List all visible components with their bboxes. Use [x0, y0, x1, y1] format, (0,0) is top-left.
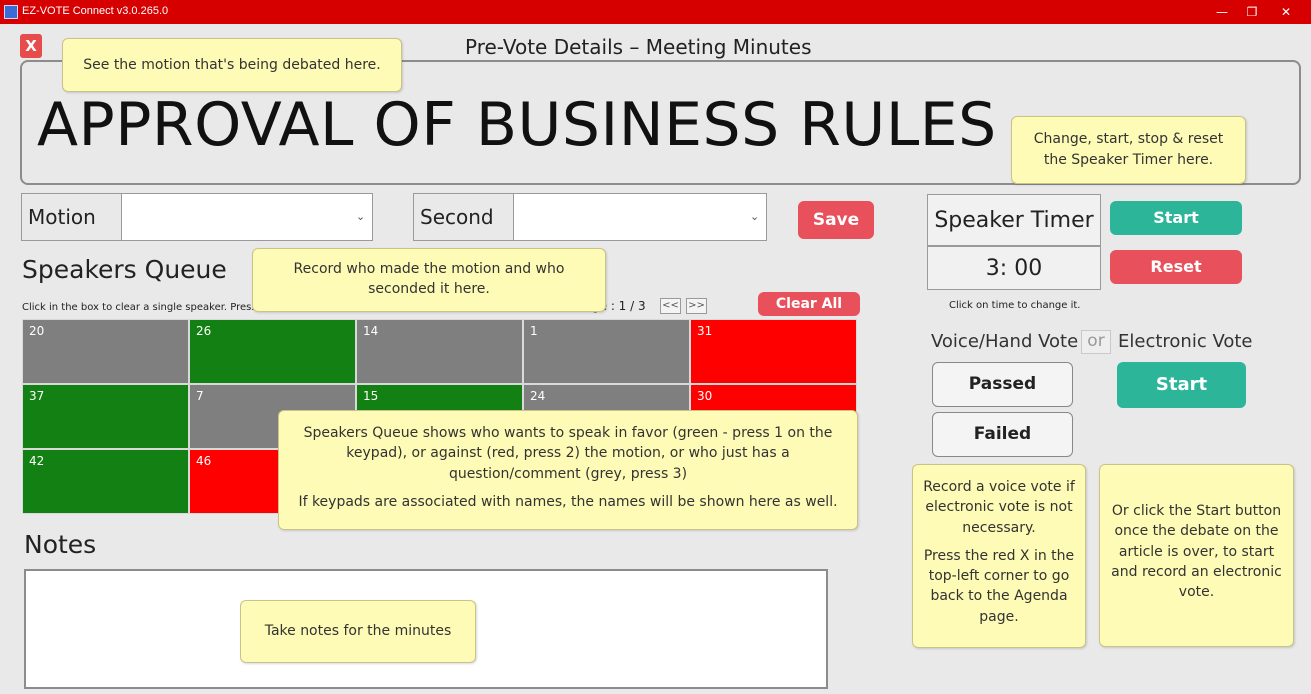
speaker-cell[interactable]: 31: [690, 319, 857, 384]
electronic-vote-start-button[interactable]: Start: [1117, 362, 1246, 408]
tooltip-timer: Change, start, stop & reset the Speaker …: [1011, 116, 1246, 184]
next-page-button[interactable]: >>: [686, 298, 707, 314]
speaker-cell[interactable]: 1: [523, 319, 690, 384]
window-close-button[interactable]: ✕: [1276, 3, 1296, 21]
restore-button[interactable]: ❐: [1242, 3, 1262, 21]
speakers-queue-title: Speakers Queue: [22, 255, 227, 284]
motion-label: Motion: [22, 194, 122, 240]
speaker-cell[interactable]: 37: [22, 384, 189, 449]
motion-field[interactable]: Motion ⌄: [21, 193, 373, 241]
failed-button[interactable]: Failed: [932, 412, 1073, 457]
app-icon: [4, 5, 18, 19]
motion-title: APPROVAL OF BUSINESS RULES: [37, 90, 997, 160]
timer-start-button[interactable]: Start: [1110, 201, 1242, 235]
page-title: Pre-Vote Details – Meeting Minutes: [465, 35, 812, 59]
voice-vote-label: Voice/Hand Vote: [931, 331, 1079, 352]
timer-hint: Click on time to change it.: [949, 300, 1081, 311]
chevron-down-icon[interactable]: ⌄: [356, 210, 365, 223]
speakers-queue-hint: Click in the box to clear a single speak…: [22, 302, 257, 313]
tooltip-queue-text: Speakers Queue shows who wants to speak …: [303, 425, 833, 482]
tooltip-voice-text: Record a voice vote if electronic vote i…: [923, 479, 1075, 536]
speaker-cell[interactable]: 20: [22, 319, 189, 384]
save-button[interactable]: Save: [798, 201, 874, 239]
speaker-timer-time[interactable]: 3: 00: [927, 246, 1101, 290]
timer-reset-button[interactable]: Reset: [1110, 250, 1242, 284]
tooltip-queue: Speakers Queue shows who wants to speak …: [278, 410, 858, 530]
or-separator: or: [1081, 330, 1111, 354]
tooltip-electronic: Or click the Start button once the debat…: [1099, 464, 1294, 647]
second-field[interactable]: Second ⌄: [413, 193, 767, 241]
tooltip-queue-names: If keypads are associated with names, th…: [298, 493, 838, 510]
back-close-button[interactable]: X: [20, 34, 42, 58]
chevron-down-icon[interactable]: ⌄: [750, 210, 759, 223]
speaker-cell[interactable]: 42: [22, 449, 189, 514]
tooltip-back-text: Press the red X in the top-left corner t…: [923, 547, 1075, 625]
tooltip-notes: Take notes for the minutes: [240, 600, 476, 663]
speaker-cell[interactable]: 14: [356, 319, 523, 384]
passed-button[interactable]: Passed: [932, 362, 1073, 407]
speaker-timer-label: Speaker Timer: [927, 194, 1101, 246]
clear-all-button[interactable]: Clear All: [758, 292, 860, 316]
tooltip-record: Record who made the motion and who secon…: [252, 248, 606, 312]
tooltip-voice: Record a voice vote if electronic vote i…: [912, 464, 1086, 648]
window-title: EZ-VOTE Connect v3.0.265.0: [22, 5, 169, 17]
second-label: Second: [414, 194, 514, 240]
minimize-button[interactable]: —: [1212, 3, 1232, 21]
speaker-cell[interactable]: 26: [189, 319, 356, 384]
tooltip-motion: See the motion that's being debated here…: [62, 38, 402, 92]
notes-title: Notes: [24, 530, 97, 559]
title-bar: EZ-VOTE Connect v3.0.265.0 — ❐ ✕: [0, 0, 1311, 24]
prev-page-button[interactable]: <<: [660, 298, 681, 314]
electronic-vote-label: Electronic Vote: [1118, 331, 1253, 352]
